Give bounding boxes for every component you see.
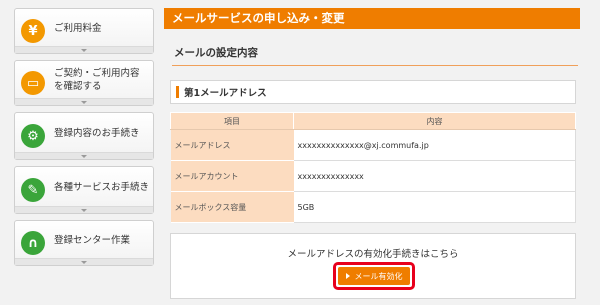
section-divider: [172, 65, 578, 66]
gear-icon: ⚙: [21, 124, 45, 148]
table-row: メールアドレス xxxxxxxxxxxxxx@xj.commufa.jp: [170, 129, 576, 161]
sidebar-item-fees[interactable]: ¥ ご利用料金: [14, 8, 154, 54]
yen-icon: ¥: [21, 19, 45, 43]
table-row: メールボックス容量 5GB: [170, 191, 576, 223]
address-heading-box: 第1メールアドレス: [170, 80, 576, 104]
activation-message: メールアドレスの有効化手続きはこちら: [287, 249, 459, 260]
chevron-down-icon: [81, 154, 87, 158]
sidebar-item-label: 各種サービスお手続き: [54, 181, 150, 193]
sidebar-item-expander: [15, 152, 153, 159]
sidebar-item-center-work[interactable]: ∩ 登録センター作業: [14, 220, 154, 266]
row-value: xxxxxxxxxxxxxx@xj.commufa.jp: [293, 129, 576, 161]
table-header-row: 項目 内容: [170, 112, 576, 130]
row-key: メールボックス容量: [170, 191, 294, 223]
sidebar-item-label: 登録センター作業: [54, 234, 131, 246]
sidebar-item-expander: [15, 98, 153, 105]
activation-box: メールアドレスの有効化手続きはこちら メール有効化: [170, 233, 576, 299]
chevron-down-icon: [81, 208, 87, 212]
chevron-down-icon: [81, 100, 87, 104]
sidebar-item-label: 登録内容のお手続き: [54, 127, 140, 139]
activate-mail-button-label: メール有効化: [354, 271, 403, 281]
headset-icon: ∩: [21, 231, 45, 255]
row-value: 5GB: [293, 191, 576, 223]
sidebar-item-services[interactable]: ✎ 各種サービスお手続き: [14, 166, 154, 214]
play-arrow-icon: [345, 273, 350, 279]
page-title: メールサービスの申し込み・変更: [164, 8, 580, 29]
column-header-item: 項目: [170, 112, 294, 130]
mail-settings-table: 項目 内容 メールアドレス xxxxxxxxxxxxxx@xj.commufa.…: [170, 112, 576, 223]
main-content: メールサービスの申し込み・変更 メールの設定内容 第1メールアドレス 項目 内容…: [164, 8, 580, 299]
section-title: メールの設定内容: [174, 47, 258, 59]
chevron-down-icon: [81, 48, 87, 52]
column-header-content: 内容: [293, 112, 576, 130]
table-row: メールアカウント xxxxxxxxxxxxxx: [170, 160, 576, 192]
address-heading: 第1メールアドレス: [184, 88, 267, 99]
row-value: xxxxxxxxxxxxxx: [293, 160, 576, 192]
sidebar-item-label: ご契約・ご利用内容を確認する: [54, 68, 140, 92]
sidebar-item-expander: [15, 258, 153, 265]
heading-accent-bar: [176, 86, 179, 98]
sidebar-item-contract[interactable]: ▭ ご契約・ご利用内容を確認する: [14, 60, 154, 106]
activate-mail-button[interactable]: メール有効化: [338, 267, 410, 285]
sidebar-item-expander: [15, 206, 153, 213]
row-key: メールアカウント: [170, 160, 294, 192]
sidebar-item-registration[interactable]: ⚙ 登録内容のお手続き: [14, 112, 154, 160]
activation-highlight: メール有効化: [333, 262, 415, 290]
sidebar-item-expander: [15, 46, 153, 53]
book-icon: ▭: [21, 71, 45, 95]
sidebar-item-label: ご利用料金: [54, 22, 102, 34]
sidebar: ¥ ご利用料金 ▭ ご契約・ご利用内容を確認する ⚙ 登録内容のお手続き ✎ 各…: [14, 8, 154, 272]
pencil-icon: ✎: [21, 178, 45, 202]
row-key: メールアドレス: [170, 129, 294, 161]
chevron-down-icon: [81, 260, 87, 264]
